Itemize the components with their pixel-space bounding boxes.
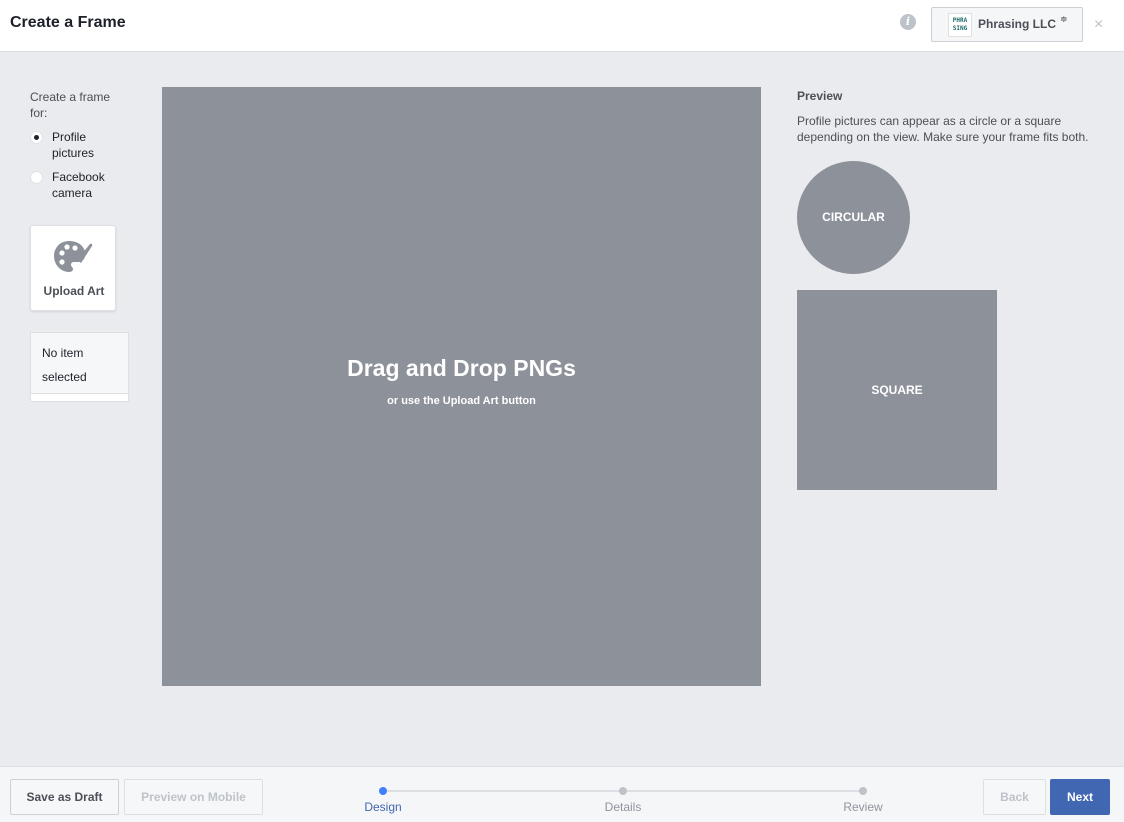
panel-footer [31,394,128,401]
info-icon[interactable]: i [900,14,916,30]
upload-art-label: Upload Art [43,284,105,298]
radio-button[interactable] [30,171,43,184]
header-bar: Create a Frame i PHRA SING Phrasing LLC … [0,0,1124,52]
radio-profile-pictures[interactable]: Profile pictures [30,129,120,163]
radio-label: Profile pictures [52,130,95,160]
radio-facebook-camera[interactable]: Facebook camera [30,169,120,203]
palette-icon [54,241,93,272]
step-label-review[interactable]: Review [823,800,903,814]
preview-on-mobile-button[interactable]: Preview on Mobile [124,779,263,815]
page-logo: PHRA SING [948,13,972,37]
page-name: Phrasing LLC [978,17,1057,31]
step-dot-design [379,787,387,795]
dropzone-subtitle: or use the Upload Art button [387,395,536,407]
page-title: Create a Frame [10,14,126,31]
frame-for-label: Create a frame for: [30,90,111,120]
step-label-design[interactable]: Design [343,800,423,814]
selected-item-panel: No item selected [30,332,129,402]
step-dot-details [619,787,627,795]
preview-description: Profile pictures can appear as a circle … [797,114,1089,144]
page-selector-dropdown[interactable]: PHRA SING Phrasing LLC ≑ [931,7,1083,42]
save-as-draft-button[interactable]: Save as Draft [10,779,119,815]
caret-updown-icon: ≑ [1060,14,1068,24]
next-button[interactable]: Next [1050,779,1110,815]
radio-button-checked[interactable] [30,131,43,144]
close-icon[interactable]: × [1094,15,1103,35]
upload-art-button[interactable]: Upload Art [30,225,116,311]
step-label-details[interactable]: Details [583,800,663,814]
no-item-selected-text: No item selected [42,346,87,384]
back-button[interactable]: Back [983,779,1046,815]
preview-title: Preview [797,89,843,103]
footer-bar: Save as Draft Preview on Mobile Design D… [0,766,1124,822]
radio-label: Facebook camera [52,170,105,200]
step-dot-review [859,787,867,795]
square-preview: SQUARE [797,290,997,490]
dropzone-title: Drag and Drop PNGs [347,355,576,381]
frame-canvas-dropzone[interactable]: Drag and Drop PNGs or use the Upload Art… [162,87,761,686]
circular-preview: CIRCULAR [797,161,910,274]
